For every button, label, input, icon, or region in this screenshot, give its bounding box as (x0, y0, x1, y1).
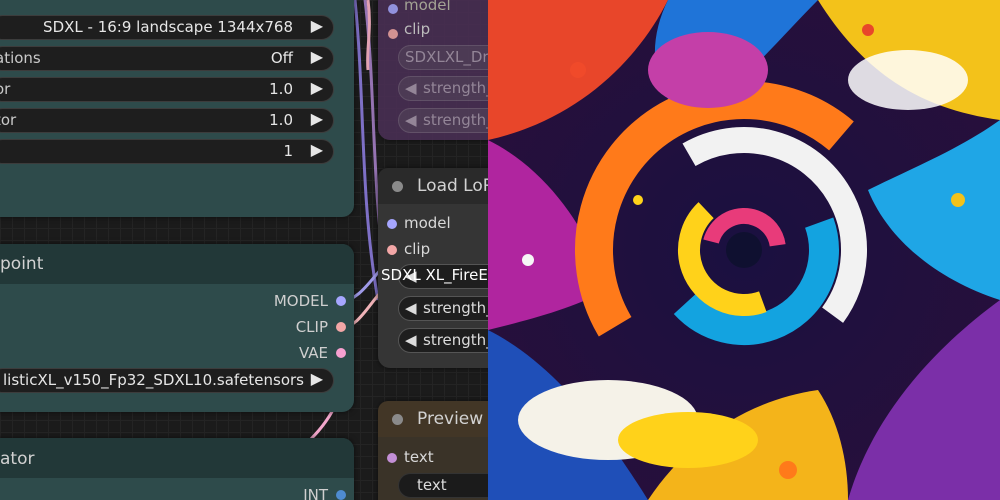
arrow-right-icon[interactable]: ▶ (311, 47, 323, 66)
strength-model-widget[interactable]: ◀ strength_ (398, 76, 488, 101)
option-widget[interactable]: ations Off ▶ (0, 46, 334, 71)
strength-clip-widget[interactable]: ◀ strength_ (398, 328, 488, 353)
model-input-label: model (404, 0, 451, 14)
text-input-dot[interactable] (387, 453, 397, 463)
bottom-node-header[interactable] (0, 438, 354, 478)
arrow-left-icon[interactable]: ◀ (405, 331, 417, 349)
load-lora-node[interactable]: Load LoR model clip ◀ SDXL XL_FireE ◀ st… (378, 168, 488, 368)
lora-name-select[interactable]: ◀ SDXL XL_FireE (381, 264, 488, 289)
factor-widget-2[interactable]: tor 1.0 ▶ (0, 108, 334, 133)
lora-name-select[interactable]: SDXLXL_Dr (398, 45, 488, 70)
checkpoint-node-header[interactable] (0, 244, 354, 284)
text-widget[interactable]: text (398, 473, 488, 498)
factor-widget[interactable]: or 1.0 ▶ (0, 77, 334, 102)
int-output-dot[interactable] (336, 490, 346, 500)
clip-output-dot[interactable] (336, 322, 346, 332)
model-input-dot[interactable] (388, 4, 398, 14)
clip-output-label: CLIP (295, 318, 328, 336)
arrow-left-icon[interactable]: ◀ (405, 299, 417, 317)
node-title: point (0, 254, 44, 274)
bottom-node[interactable]: ator INT (0, 438, 354, 500)
arrow-left-icon[interactable]: ◀ (405, 111, 417, 129)
arrow-right-icon[interactable]: ▶ (311, 369, 323, 388)
clip-input-dot[interactable] (388, 29, 398, 39)
model-input-dot[interactable] (387, 219, 397, 229)
arrow-right-icon[interactable]: ▶ (311, 109, 323, 128)
node-title: Load LoR (417, 176, 488, 196)
checkpoint-loader-node[interactable]: point MODEL CLIP VAE listicXL_v150_Fp32_… (0, 244, 354, 412)
vae-output-label: VAE (298, 344, 328, 362)
ckpt-name-select[interactable]: listicXL_v150_Fp32_SDXL10.safetensors ▶ (0, 368, 334, 393)
arrow-right-icon[interactable]: ▶ (311, 140, 323, 159)
strength-model-widget[interactable]: ◀ strength_ (398, 296, 488, 321)
lora-node-top[interactable]: model clip SDXLXL_Dr ◀ strength_ ◀ stren… (378, 0, 488, 140)
model-output-dot[interactable] (336, 296, 346, 306)
clip-input-label: clip (404, 20, 431, 38)
model-output-label: MODEL (273, 292, 328, 310)
resolution-select[interactable]: SDXL - 16:9 landscape 1344x768 ▶ (0, 15, 334, 40)
node-title: ator (0, 449, 35, 469)
paint-splash-image (488, 0, 1000, 500)
arrow-right-icon[interactable]: ▶ (311, 78, 323, 97)
int-output-label: INT (303, 486, 328, 500)
empty-latent-node[interactable]: 1360 SDXL - 16:9 landscape 1344x768 ▶ at… (0, 0, 354, 217)
vae-output-dot[interactable] (336, 348, 346, 358)
batch-size-widget[interactable]: 1 ▶ (0, 139, 334, 164)
clip-input-label: clip (404, 240, 431, 258)
arrow-right-icon[interactable]: ▶ (311, 16, 323, 35)
model-input-label: model (404, 214, 451, 232)
clip-input-dot[interactable] (387, 245, 397, 255)
status-dot-icon (392, 181, 403, 192)
text-input-label: text (404, 448, 434, 466)
preview-text-node[interactable]: Preview text text (378, 401, 488, 500)
node-canvas[interactable]: model clip SDXLXL_Dr ◀ strength_ ◀ stren… (0, 0, 488, 500)
node-title: Preview (417, 409, 484, 429)
arrow-left-icon[interactable]: ◀ (405, 79, 417, 97)
status-dot-icon (392, 414, 403, 425)
generated-image (488, 0, 1000, 500)
strength-clip-widget[interactable]: ◀ strength_ (398, 108, 488, 133)
